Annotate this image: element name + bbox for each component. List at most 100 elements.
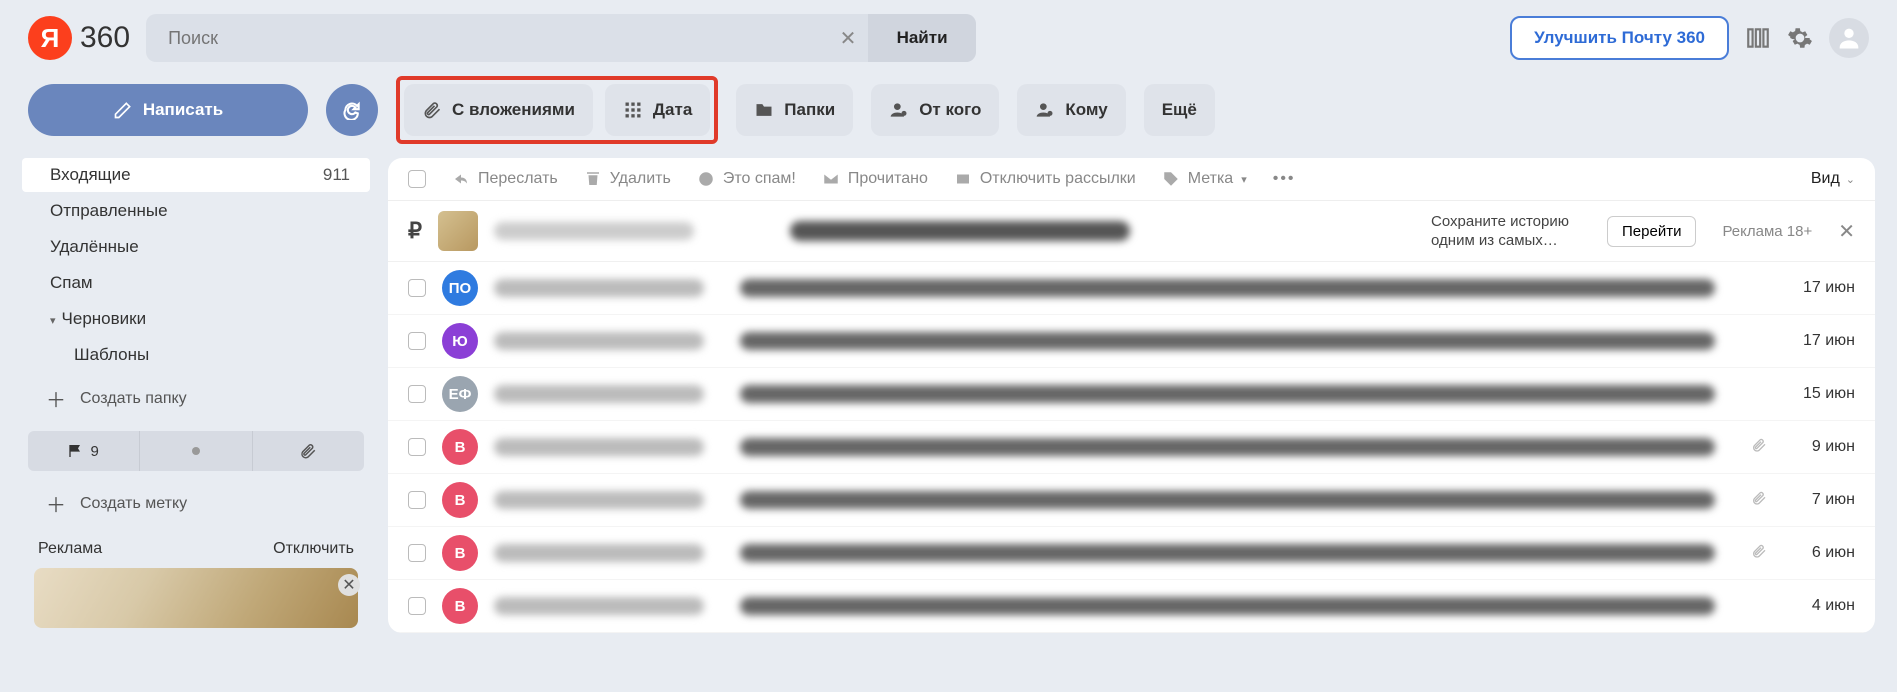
close-icon[interactable]: ✕: [1838, 219, 1855, 244]
message-checkbox[interactable]: [408, 279, 426, 297]
message-row[interactable]: В 6 июн: [388, 527, 1875, 580]
create-folder[interactable]: ＋ Создать папку: [22, 374, 370, 423]
search-input[interactable]: [146, 14, 828, 62]
action-more[interactable]: •••: [1273, 170, 1296, 188]
sender-avatar: В: [442, 588, 478, 624]
logo[interactable]: Я 360: [28, 16, 130, 60]
search-button[interactable]: Найти: [868, 14, 976, 62]
subject-blurred: [740, 597, 1715, 615]
promo-thumb: [438, 211, 478, 251]
folder-templates-label: Шаблоны: [74, 345, 149, 365]
sender-blurred: [494, 491, 704, 509]
folder-sent[interactable]: Отправленные: [22, 194, 370, 228]
main-area: Входящие 911 Отправленные Удалённые Спам…: [0, 158, 1897, 633]
header: Я 360 ✕ Найти Улучшить Почту 360: [0, 0, 1897, 76]
folder-templates[interactable]: Шаблоны: [22, 338, 370, 372]
avatar[interactable]: [1829, 18, 1869, 58]
compose-button[interactable]: Написать: [28, 84, 308, 136]
paperclip-icon: [1751, 543, 1769, 563]
filter-attachments-label: С вложениями: [452, 100, 575, 120]
message-date: 6 июн: [1785, 544, 1855, 562]
message-row[interactable]: Ю 17 июн: [388, 315, 1875, 368]
promo-goto-button[interactable]: Перейти: [1607, 216, 1696, 247]
message-date: 17 июн: [1785, 279, 1855, 297]
filter-from[interactable]: От кого: [871, 84, 999, 136]
close-icon[interactable]: ✕: [338, 574, 360, 596]
sidebar-tabs: 9: [28, 431, 364, 471]
folder-spam[interactable]: Спам: [22, 266, 370, 300]
create-label[interactable]: ＋ Создать метку: [22, 479, 370, 528]
search-bar: ✕ Найти: [146, 14, 976, 62]
paperclip-icon: [1751, 490, 1769, 510]
folder-inbox-count: 911: [323, 165, 350, 185]
columns-icon[interactable]: [1745, 25, 1771, 51]
tab-unread[interactable]: [139, 431, 252, 471]
message-row[interactable]: В 9 июн: [388, 421, 1875, 474]
sender-blurred: [494, 438, 704, 456]
message-checkbox[interactable]: [408, 385, 426, 403]
subject-blurred: [740, 332, 1715, 350]
subject-blurred: [740, 385, 1715, 403]
highlighted-filters: С вложениями Дата: [396, 76, 718, 144]
message-checkbox[interactable]: [408, 597, 426, 615]
filter-folders[interactable]: Папки: [736, 84, 853, 136]
sender-avatar: ПО: [442, 270, 478, 306]
action-unsubscribe-label: Отключить рассылки: [980, 170, 1136, 188]
sender-avatar: В: [442, 535, 478, 571]
message-date: 17 июн: [1785, 332, 1855, 350]
action-forward[interactable]: Переслать: [452, 170, 558, 188]
promo-row: ₽ Сохраните историю одним из самых… Пере…: [388, 201, 1875, 262]
subject-blurred: [740, 491, 1715, 509]
message-checkbox[interactable]: [408, 332, 426, 350]
select-all-checkbox[interactable]: [408, 170, 426, 188]
sender-blurred: [494, 544, 704, 562]
filter-more[interactable]: Ещё: [1144, 84, 1215, 136]
refresh-button[interactable]: [326, 84, 378, 136]
message-checkbox[interactable]: [408, 544, 426, 562]
clear-icon[interactable]: ✕: [828, 26, 868, 51]
action-read[interactable]: Прочитано: [822, 170, 928, 188]
filter-to[interactable]: Кому: [1017, 84, 1125, 136]
folder-inbox[interactable]: Входящие 911: [22, 158, 370, 192]
forward-icon: [452, 170, 470, 188]
folder-deleted[interactable]: Удалённые: [22, 230, 370, 264]
promo-ad-label: Реклама 18+: [1722, 223, 1812, 240]
folder-drafts[interactable]: ▾Черновики: [22, 302, 370, 336]
tab-flag[interactable]: 9: [28, 431, 139, 471]
ad-disable[interactable]: Отключить: [273, 540, 354, 558]
message-row[interactable]: ПО 17 июн: [388, 262, 1875, 315]
sender-blurred: [494, 597, 704, 615]
action-label[interactable]: Метка ▾: [1162, 170, 1247, 188]
sidebar-ad-image[interactable]: ✕: [34, 568, 358, 628]
tab-attachment[interactable]: [253, 431, 364, 471]
flag-icon: [68, 443, 84, 459]
folder-inbox-label: Входящие: [50, 165, 131, 185]
filter-to-label: Кому: [1065, 100, 1107, 120]
message-row[interactable]: ЕФ 15 июн: [388, 368, 1875, 421]
message-row[interactable]: В 4 июн: [388, 580, 1875, 633]
chevron-down-icon: ▾: [50, 314, 56, 327]
message-date: 15 июн: [1785, 385, 1855, 403]
paperclip-icon: [422, 100, 442, 120]
message-checkbox[interactable]: [408, 491, 426, 509]
action-delete[interactable]: Удалить: [584, 170, 671, 188]
view-toggle[interactable]: Вид ⌄: [1811, 170, 1855, 188]
action-unsubscribe[interactable]: Отключить рассылки: [954, 170, 1136, 188]
trash-icon: [584, 170, 602, 188]
filter-folders-label: Папки: [784, 100, 835, 120]
paperclip-icon: [299, 442, 317, 460]
gear-icon[interactable]: [1787, 25, 1813, 51]
ad-label: Реклама: [38, 540, 102, 558]
filter-date[interactable]: Дата: [605, 84, 710, 136]
dot-icon: [192, 447, 200, 455]
compose-icon: [113, 100, 133, 120]
message-checkbox[interactable]: [408, 438, 426, 456]
filter-from-label: От кого: [919, 100, 981, 120]
upgrade-button[interactable]: Улучшить Почту 360: [1510, 16, 1729, 60]
filter-attachments[interactable]: С вложениями: [404, 84, 593, 136]
message-row[interactable]: В 7 июн: [388, 474, 1875, 527]
paperclip-icon: [1751, 437, 1769, 457]
action-spam[interactable]: Это спам!: [697, 170, 796, 188]
more-icon: •••: [1273, 170, 1296, 188]
sidebar: Входящие 911 Отправленные Удалённые Спам…: [22, 158, 370, 633]
